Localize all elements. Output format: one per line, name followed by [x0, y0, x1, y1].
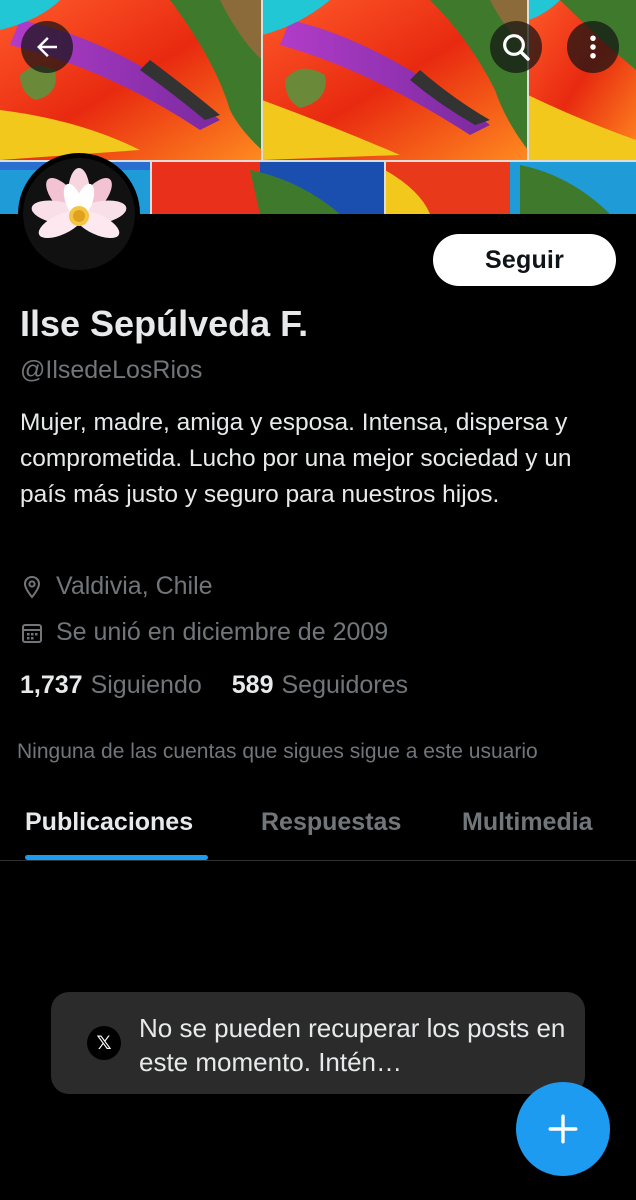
back-button[interactable]	[21, 21, 73, 73]
error-toast: 𝕏 No se pueden recuperar los posts en es…	[51, 992, 585, 1094]
following-label: Siguiendo	[90, 671, 202, 699]
tab-multimedia[interactable]: Multimedia	[462, 808, 593, 837]
profile-bio: Mujer, madre, amiga y esposa. Intensa, d…	[20, 409, 572, 508]
location-pin-icon	[23, 575, 41, 599]
profile-handle: @IlsedeLosRios	[20, 356, 203, 384]
arrow-left-icon	[37, 37, 57, 57]
follow-button[interactable]: Seguir	[433, 234, 616, 286]
follow-counts: 1,737 Siguiendo 589 Seguidores	[20, 671, 438, 700]
mutual-followers-note: Ninguna de las cuentas que sigues sigue …	[17, 740, 538, 763]
toast-message: No se pueden recuperar los posts en este…	[139, 1013, 566, 1077]
calendar-icon	[22, 623, 42, 643]
avatar[interactable]	[18, 153, 140, 275]
joined-text: Se unió en diciembre de 2009	[56, 618, 389, 646]
lotus-flower-avatar	[23, 158, 135, 270]
profile-name: Ilse Sepúlveda F.	[20, 303, 309, 344]
active-tab-indicator	[25, 855, 208, 860]
search-button[interactable]	[490, 21, 542, 73]
followers-link[interactable]: 589 Seguidores	[232, 671, 408, 700]
following-count: 1,737	[20, 671, 83, 699]
tab-publicaciones[interactable]: Publicaciones	[25, 808, 193, 837]
followers-count: 589	[231, 671, 274, 699]
search-icon	[503, 34, 530, 61]
location-row: Valdivia, Chile	[20, 572, 213, 601]
profile-tabs: Publicaciones Respuestas Multimedia	[0, 790, 636, 861]
plus-icon	[548, 1114, 578, 1144]
compose-post-button[interactable]	[516, 1082, 610, 1176]
following-link[interactable]: 1,737 Siguiendo	[20, 671, 202, 700]
x-logo-icon: 𝕏	[87, 1026, 121, 1060]
followers-label: Seguidores	[281, 671, 408, 699]
joined-row: Se unió en diciembre de 2009	[20, 618, 388, 647]
more-vertical-icon	[590, 35, 596, 59]
location-text: Valdivia, Chile	[56, 572, 213, 600]
more-options-button[interactable]	[567, 21, 619, 73]
tab-respuestas[interactable]: Respuestas	[261, 808, 401, 837]
